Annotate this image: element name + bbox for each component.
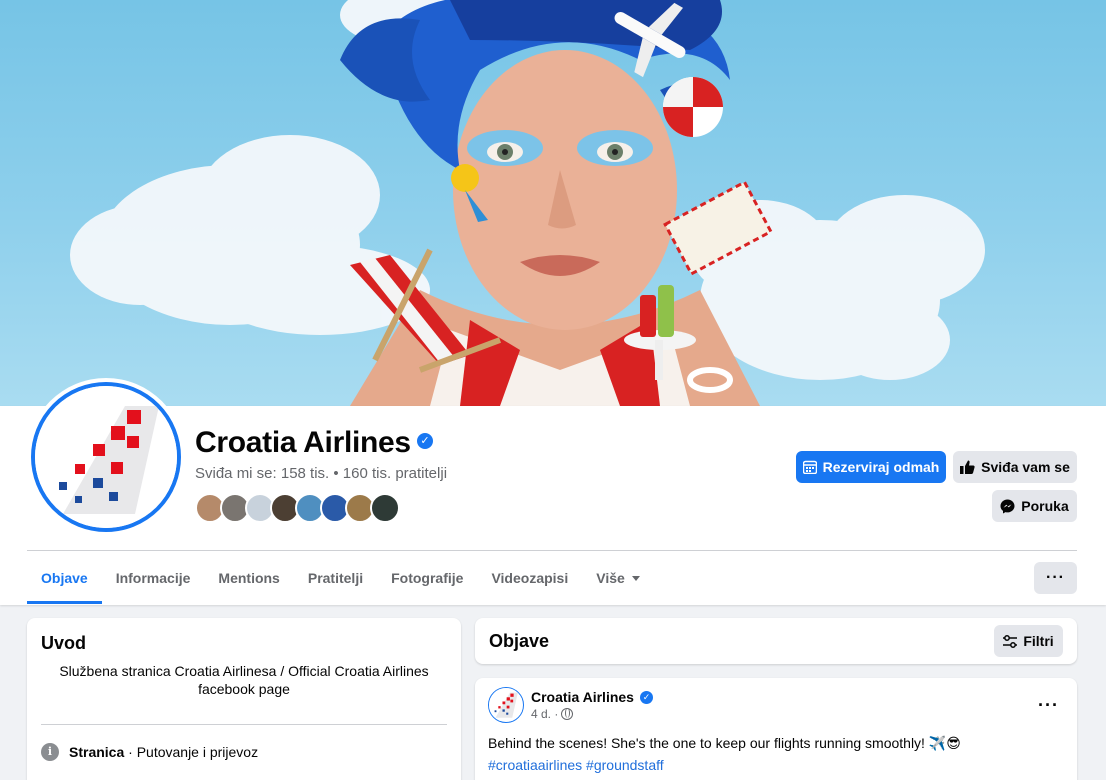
post-author-name: Croatia Airlines xyxy=(531,689,634,705)
intro-title: Uvod xyxy=(41,633,86,653)
tab-label: Fotografije xyxy=(391,570,464,586)
thumbs-up-icon xyxy=(960,460,975,474)
verified-badge-icon: ✓ xyxy=(416,433,433,450)
post-body: Behind the scenes! She's the one to keep… xyxy=(488,732,961,776)
filters-label: Filtri xyxy=(1023,633,1054,649)
book-now-label: Rezerviraj odmah xyxy=(822,459,940,475)
tab-label: Informacije xyxy=(115,570,191,586)
verified-badge-icon: ✓ xyxy=(639,690,653,704)
post-time[interactable]: 4 d. · xyxy=(531,707,558,721)
page-name-text: Croatia Airlines xyxy=(195,426,411,459)
cover-photo[interactable] xyxy=(0,0,1106,406)
category-value: · Putovanje i prijevoz xyxy=(124,744,259,760)
more-dots-icon: ··· xyxy=(1046,569,1065,586)
post-author[interactable]: Croatia Airlines ✓ xyxy=(531,689,653,705)
post-hashtags[interactable]: #croatiaairlines #groundstaff xyxy=(488,754,961,776)
more-options-button[interactable]: ··· xyxy=(1034,562,1077,594)
intro-card: Uvod Službena stranica Croatia Airlinesa… xyxy=(27,618,461,780)
page-title: Croatia Airlines ✓ xyxy=(195,426,433,460)
tab-more[interactable]: Više xyxy=(582,552,654,604)
like-label: Sviđa vam se xyxy=(981,459,1070,475)
intro-description: Službena stranica Croatia Airlinesa / Of… xyxy=(59,663,429,697)
tab-label: Objave xyxy=(41,570,88,586)
chevron-down-icon xyxy=(631,576,640,581)
post-card: Croatia Airlines ✓ 4 d. · ··· Behind the … xyxy=(475,678,1077,780)
messenger-icon xyxy=(1000,499,1015,513)
filters-button[interactable]: Filtri xyxy=(994,625,1063,657)
message-label: Poruka xyxy=(1021,498,1069,514)
post-meta: 4 d. · xyxy=(531,707,574,721)
post-text: Behind the scenes! She's the one to keep… xyxy=(488,735,961,751)
header-divider xyxy=(27,550,1077,551)
category-label: Stranica xyxy=(69,744,125,760)
follower-avatars[interactable] xyxy=(195,493,400,523)
post-options-icon[interactable]: ··· xyxy=(1038,696,1059,714)
message-button[interactable]: Poruka xyxy=(992,490,1077,522)
tab-about[interactable]: Informacije xyxy=(102,552,205,604)
tab-followers[interactable]: Pratitelji xyxy=(294,552,377,604)
cover-illustration xyxy=(70,0,985,406)
globe-icon xyxy=(561,708,574,720)
page-tabs: Objave Informacije Mentions Pratitelji F… xyxy=(27,552,654,604)
posts-title: Objave xyxy=(489,631,550,651)
tab-label: Pratitelji xyxy=(307,570,364,586)
posts-header-card: Objave Filtri xyxy=(475,618,1077,664)
page-stats: Sviđa mi se: 158 tis. • 160 tis. pratite… xyxy=(195,465,448,482)
tab-label: Mentions xyxy=(218,570,280,586)
post-author-avatar[interactable] xyxy=(488,687,524,723)
tab-photos[interactable]: Fotografije xyxy=(377,552,477,604)
tab-posts[interactable]: Objave xyxy=(27,552,102,604)
intro-divider xyxy=(41,724,447,725)
tab-mentions[interactable]: Mentions xyxy=(204,552,293,604)
info-icon: i xyxy=(41,743,59,761)
book-now-button[interactable]: Rezerviraj odmah xyxy=(796,451,946,483)
follower-avatar[interactable] xyxy=(370,493,400,523)
category-text: Stranica · Putovanje i prijevoz xyxy=(69,744,258,760)
filter-icon xyxy=(1003,634,1018,648)
tab-label: Više xyxy=(596,570,625,586)
calendar-icon xyxy=(802,460,817,474)
tab-label: Videozapisi xyxy=(491,570,569,586)
page-avatar[interactable] xyxy=(31,382,181,532)
tab-videos[interactable]: Videozapisi xyxy=(477,552,582,604)
like-page-button[interactable]: Sviđa vam se xyxy=(953,451,1077,483)
croatia-airlines-logo xyxy=(489,688,522,721)
croatia-airlines-logo xyxy=(35,386,177,528)
page-category: i Stranica · Putovanje i prijevoz xyxy=(41,743,258,761)
